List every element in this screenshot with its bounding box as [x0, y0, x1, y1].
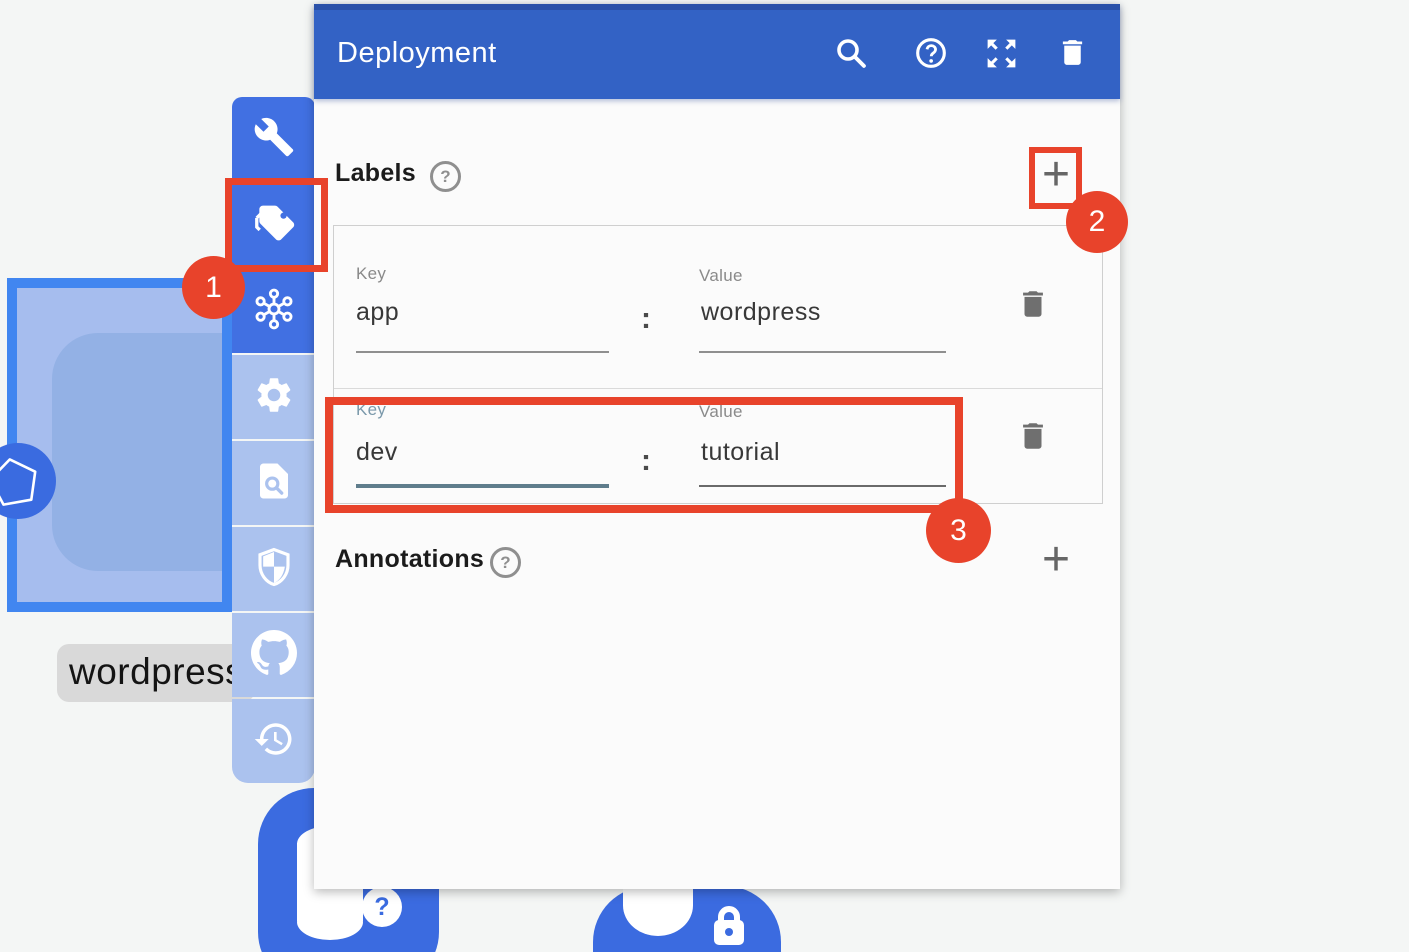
labels-help-icon[interactable]: ?: [430, 161, 461, 192]
toolbar-button-github[interactable]: [232, 613, 315, 697]
node-label: wordpress: [57, 644, 255, 702]
step3-badge: 3: [926, 498, 991, 563]
secret-node[interactable]: [593, 886, 781, 952]
question-badge-icon: ?: [362, 887, 402, 927]
pod-pentagon-icon: [0, 506, 56, 523]
colon-separator: :: [641, 302, 651, 336]
value-field-label: Value: [699, 266, 743, 286]
key-input-underline: [356, 351, 609, 353]
label-row-app: Key app : Value wordpress: [334, 226, 1102, 389]
search-icon[interactable]: [833, 35, 869, 76]
doc-search-icon: [253, 460, 295, 507]
history-icon: [253, 718, 295, 765]
toolbar-button-settings[interactable]: [232, 355, 315, 439]
delete-row-button[interactable]: [1016, 418, 1050, 456]
delete-row-button[interactable]: [1016, 286, 1050, 324]
value-input-underline: [699, 351, 946, 353]
wrench-icon: [253, 116, 295, 163]
trash-icon[interactable]: [1056, 36, 1089, 74]
help-icon[interactable]: [914, 36, 948, 75]
toolbar-button-inspect[interactable]: [232, 441, 315, 525]
step2-badge: 2: [1066, 191, 1128, 253]
key-input[interactable]: app: [356, 298, 399, 327]
github-icon: [251, 630, 297, 681]
hub-icon: [251, 286, 297, 337]
shield-icon: [253, 546, 295, 593]
value-input[interactable]: wordpress: [701, 298, 821, 327]
fullscreen-icon[interactable]: [983, 35, 1020, 77]
labels-section-title: Labels: [335, 159, 416, 188]
step1-badge: 1: [182, 256, 245, 319]
step3-highlight-box: [325, 397, 963, 513]
toolbar-button-build[interactable]: [232, 97, 315, 181]
deployment-node-body: [52, 333, 232, 571]
panel-header: Deployment: [314, 4, 1120, 99]
step1-highlight-box: [225, 178, 328, 272]
add-annotation-button[interactable]: +: [1035, 536, 1077, 588]
annotations-help-icon[interactable]: ?: [490, 547, 521, 578]
toolbar-button-security[interactable]: [232, 527, 315, 611]
toolbar-button-history[interactable]: [232, 699, 315, 783]
gear-icon: [253, 374, 295, 421]
panel-title: Deployment: [337, 37, 497, 70]
key-field-label: Key: [356, 264, 386, 284]
lock-icon: [705, 900, 753, 948]
annotations-section-title: Annotations: [335, 545, 484, 574]
pod-badge[interactable]: [0, 443, 56, 519]
